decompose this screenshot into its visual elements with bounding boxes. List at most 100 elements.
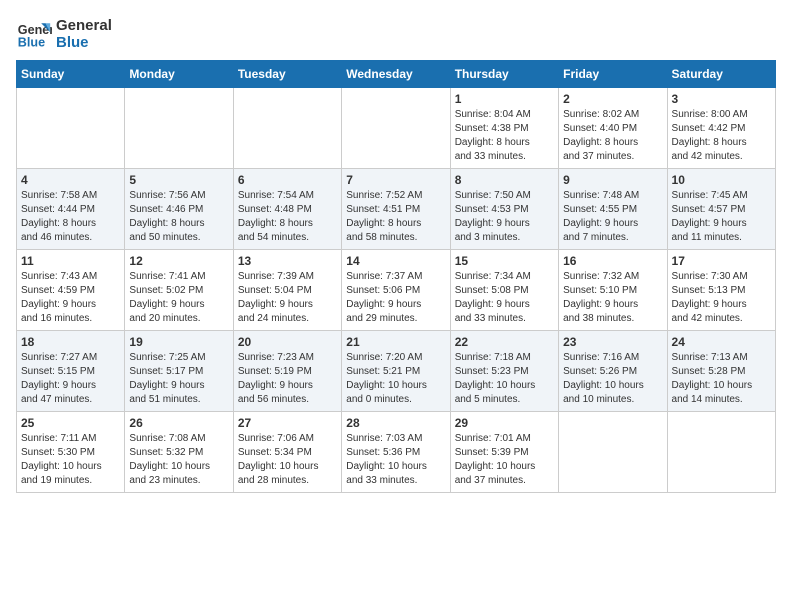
day-info: Sunrise: 7:08 AM Sunset: 5:32 PM Dayligh… <box>129 432 228 488</box>
calendar-cell: 4Sunrise: 7:58 AM Sunset: 4:44 PM Daylig… <box>17 169 125 250</box>
calendar-cell: 24 Sunrise: 7:13 AM Sunset: 5:28 PM Dayli… <box>667 331 775 412</box>
weekday-header-row: SundayMondayTuesdayWednesdayThursdayFrid… <box>17 61 776 88</box>
day-info: Sunrise: 7:16 AM Sunset: 5:26 PM Dayligh… <box>563 351 662 407</box>
day-info: Sunrise: 7:27 AM Sunset: 5:15 PM Dayligh… <box>21 351 120 407</box>
calendar-cell: 28 Sunrise: 7:03 AM Sunset: 5:36 PM Dayli… <box>342 412 450 493</box>
calendar-cell: 1Sunrise: 8:04 AM Sunset: 4:38 PM Daylig… <box>450 88 558 169</box>
calendar-cell: 11 Sunrise: 7:43 AM Sunset: 4:59 PM Dayli… <box>17 250 125 331</box>
day-info: Sunrise: 7:43 AM Sunset: 4:59 PM Dayligh… <box>21 270 120 326</box>
weekday-header-friday: Friday <box>559 61 667 88</box>
day-number: 25 <box>21 416 120 430</box>
day-info: Sunrise: 7:39 AM Sunset: 5:04 PM Dayligh… <box>238 270 337 326</box>
day-info: Sunrise: 7:34 AM Sunset: 5:08 PM Dayligh… <box>455 270 554 326</box>
day-info: Sunrise: 7:01 AM Sunset: 5:39 PM Dayligh… <box>455 432 554 488</box>
logo: General Blue General Blue <box>16 16 112 52</box>
day-number: 3 <box>672 92 771 106</box>
day-info: Sunrise: 8:02 AM Sunset: 4:40 PM Dayligh… <box>563 108 662 164</box>
weekday-header-thursday: Thursday <box>450 61 558 88</box>
day-number: 16 <box>563 254 662 268</box>
day-info: Sunrise: 7:13 AM Sunset: 5:28 PM Dayligh… <box>672 351 771 407</box>
calendar-cell: 15Sunrise: 7:34 AM Sunset: 5:08 PM Dayli… <box>450 250 558 331</box>
calendar-cell: 3 Sunrise: 8:00 AM Sunset: 4:42 PM Daylig… <box>667 88 775 169</box>
day-number: 11 <box>21 254 120 268</box>
calendar-cell: 7 Sunrise: 7:52 AM Sunset: 4:51 PM Daylig… <box>342 169 450 250</box>
day-info: Sunrise: 7:32 AM Sunset: 5:10 PM Dayligh… <box>563 270 662 326</box>
calendar-cell: 29Sunrise: 7:01 AM Sunset: 5:39 PM Dayli… <box>450 412 558 493</box>
day-number: 2 <box>563 92 662 106</box>
day-info: Sunrise: 7:41 AM Sunset: 5:02 PM Dayligh… <box>129 270 228 326</box>
calendar-cell: 25Sunrise: 7:11 AM Sunset: 5:30 PM Dayli… <box>17 412 125 493</box>
logo-icon: General Blue <box>16 16 52 52</box>
calendar-cell <box>233 88 341 169</box>
header: General Blue General Blue <box>16 16 776 52</box>
day-number: 19 <box>129 335 228 349</box>
day-number: 10 <box>672 173 771 187</box>
calendar-cell <box>17 88 125 169</box>
day-number: 9 <box>563 173 662 187</box>
calendar-cell: 5 Sunrise: 7:56 AM Sunset: 4:46 PM Daylig… <box>125 169 233 250</box>
day-number: 24 <box>672 335 771 349</box>
calendar-week-3: 11 Sunrise: 7:43 AM Sunset: 4:59 PM Dayli… <box>17 250 776 331</box>
calendar-cell: 2 Sunrise: 8:02 AM Sunset: 4:40 PM Daylig… <box>559 88 667 169</box>
calendar-cell: 21 Sunrise: 7:20 AM Sunset: 5:21 PM Dayli… <box>342 331 450 412</box>
calendar-week-1: 1Sunrise: 8:04 AM Sunset: 4:38 PM Daylig… <box>17 88 776 169</box>
calendar-table: SundayMondayTuesdayWednesdayThursdayFrid… <box>16 60 776 493</box>
day-number: 22 <box>455 335 554 349</box>
day-number: 12 <box>129 254 228 268</box>
day-info: Sunrise: 7:37 AM Sunset: 5:06 PM Dayligh… <box>346 270 445 326</box>
calendar-cell: 20 Sunrise: 7:23 AM Sunset: 5:19 PM Dayli… <box>233 331 341 412</box>
day-info: Sunrise: 7:06 AM Sunset: 5:34 PM Dayligh… <box>238 432 337 488</box>
calendar-cell <box>125 88 233 169</box>
day-number: 14 <box>346 254 445 268</box>
day-number: 23 <box>563 335 662 349</box>
day-info: Sunrise: 7:23 AM Sunset: 5:19 PM Dayligh… <box>238 351 337 407</box>
calendar-cell: 13 Sunrise: 7:39 AM Sunset: 5:04 PM Dayli… <box>233 250 341 331</box>
calendar-cell: 10Sunrise: 7:45 AM Sunset: 4:57 PM Dayli… <box>667 169 775 250</box>
day-info: Sunrise: 7:30 AM Sunset: 5:13 PM Dayligh… <box>672 270 771 326</box>
day-info: Sunrise: 7:20 AM Sunset: 5:21 PM Dayligh… <box>346 351 445 407</box>
day-info: Sunrise: 7:48 AM Sunset: 4:55 PM Dayligh… <box>563 189 662 245</box>
day-info: Sunrise: 7:25 AM Sunset: 5:17 PM Dayligh… <box>129 351 228 407</box>
day-number: 17 <box>672 254 771 268</box>
calendar-cell: 14 Sunrise: 7:37 AM Sunset: 5:06 PM Dayli… <box>342 250 450 331</box>
day-number: 28 <box>346 416 445 430</box>
calendar-week-4: 18 Sunrise: 7:27 AM Sunset: 5:15 PM Dayli… <box>17 331 776 412</box>
logo-text-blue: Blue <box>56 34 112 51</box>
calendar-cell: 19 Sunrise: 7:25 AM Sunset: 5:17 PM Dayli… <box>125 331 233 412</box>
day-info: Sunrise: 7:56 AM Sunset: 4:46 PM Dayligh… <box>129 189 228 245</box>
day-info: Sunrise: 7:03 AM Sunset: 5:36 PM Dayligh… <box>346 432 445 488</box>
calendar-week-2: 4Sunrise: 7:58 AM Sunset: 4:44 PM Daylig… <box>17 169 776 250</box>
day-number: 18 <box>21 335 120 349</box>
weekday-header-sunday: Sunday <box>17 61 125 88</box>
day-number: 20 <box>238 335 337 349</box>
calendar-cell <box>559 412 667 493</box>
calendar-cell: 22Sunrise: 7:18 AM Sunset: 5:23 PM Dayli… <box>450 331 558 412</box>
weekday-header-wednesday: Wednesday <box>342 61 450 88</box>
day-number: 21 <box>346 335 445 349</box>
calendar-cell: 6 Sunrise: 7:54 AM Sunset: 4:48 PM Daylig… <box>233 169 341 250</box>
calendar-cell: 17 Sunrise: 7:30 AM Sunset: 5:13 PM Dayli… <box>667 250 775 331</box>
calendar-cell: 18 Sunrise: 7:27 AM Sunset: 5:15 PM Dayli… <box>17 331 125 412</box>
day-number: 7 <box>346 173 445 187</box>
day-info: Sunrise: 7:50 AM Sunset: 4:53 PM Dayligh… <box>455 189 554 245</box>
calendar-week-5: 25Sunrise: 7:11 AM Sunset: 5:30 PM Dayli… <box>17 412 776 493</box>
calendar-cell <box>342 88 450 169</box>
calendar-cell: 12 Sunrise: 7:41 AM Sunset: 5:02 PM Dayli… <box>125 250 233 331</box>
svg-text:Blue: Blue <box>18 36 45 50</box>
day-info: Sunrise: 7:54 AM Sunset: 4:48 PM Dayligh… <box>238 189 337 245</box>
day-number: 6 <box>238 173 337 187</box>
weekday-header-monday: Monday <box>125 61 233 88</box>
day-number: 13 <box>238 254 337 268</box>
calendar-cell: 27 Sunrise: 7:06 AM Sunset: 5:34 PM Dayli… <box>233 412 341 493</box>
calendar-cell <box>667 412 775 493</box>
day-number: 1 <box>455 92 554 106</box>
day-number: 27 <box>238 416 337 430</box>
weekday-header-saturday: Saturday <box>667 61 775 88</box>
day-number: 26 <box>129 416 228 430</box>
calendar-cell: 9 Sunrise: 7:48 AM Sunset: 4:55 PM Daylig… <box>559 169 667 250</box>
day-number: 8 <box>455 173 554 187</box>
day-info: Sunrise: 7:52 AM Sunset: 4:51 PM Dayligh… <box>346 189 445 245</box>
day-number: 5 <box>129 173 228 187</box>
day-info: Sunrise: 8:00 AM Sunset: 4:42 PM Dayligh… <box>672 108 771 164</box>
calendar-cell: 26 Sunrise: 7:08 AM Sunset: 5:32 PM Dayli… <box>125 412 233 493</box>
